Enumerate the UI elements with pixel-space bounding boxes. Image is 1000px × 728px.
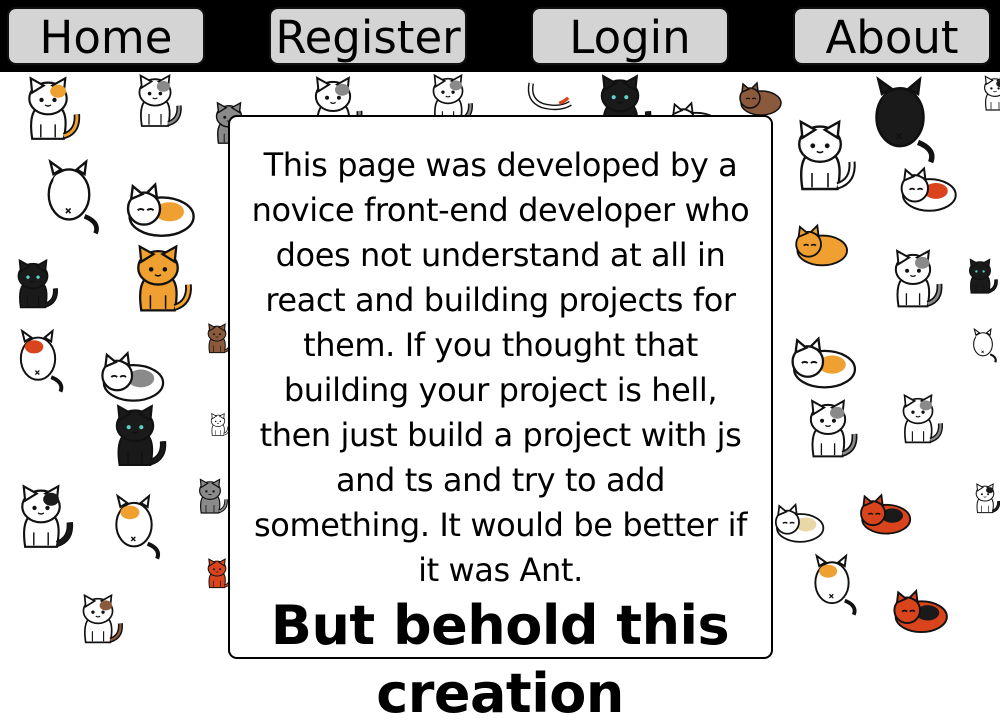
- cat-sticker-icon: [101, 350, 165, 402]
- cat-sticker-icon: [975, 483, 1000, 514]
- cat-sticker-icon: [995, 167, 1000, 197]
- cat-sticker-icon: [902, 393, 944, 444]
- cat-sticker-icon: [774, 502, 825, 543]
- cat-sticker-icon: [893, 589, 948, 633]
- nav-about-button[interactable]: About: [793, 7, 991, 65]
- cat-sticker-icon: [17, 258, 59, 309]
- cat-sticker-icon: [115, 404, 167, 467]
- nav-home-button[interactable]: Home: [7, 7, 205, 65]
- cat-sticker-icon: [82, 593, 124, 644]
- cat-sticker-icon: [138, 73, 182, 127]
- headline-text: But behold this creation: [270, 594, 730, 725]
- cat-sticker-icon: [969, 258, 998, 294]
- cat-sticker-icon: [894, 249, 943, 308]
- cat-sticker-icon: [21, 484, 74, 548]
- cat-sticker-icon: [809, 399, 858, 458]
- cat-sticker-icon: [798, 119, 856, 191]
- cat-sticker-icon: [875, 76, 935, 164]
- cat-sticker-icon: [137, 244, 192, 312]
- cat-sticker-icon: [973, 327, 997, 363]
- top-navigation-bar: Home Register Login About: [0, 0, 1000, 72]
- cat-sticker-icon: [115, 493, 161, 560]
- cat-sticker-icon: [795, 223, 848, 267]
- about-description-text: This page was developed by a novice fron…: [251, 146, 750, 589]
- cat-sticker-icon: [47, 158, 99, 235]
- cat-sticker-icon: [19, 328, 64, 393]
- nav-register-button[interactable]: Register: [269, 7, 467, 65]
- cat-sticker-icon: [900, 166, 957, 212]
- nav-login-button[interactable]: Login: [531, 7, 729, 65]
- about-info-card: This page was developed by a novice fron…: [228, 115, 773, 659]
- cat-sticker-icon: [984, 75, 1000, 111]
- cat-sticker-icon: [791, 336, 857, 389]
- cat-sticker-icon: [28, 76, 81, 140]
- cat-sticker-icon: [860, 493, 912, 535]
- cat-sticker-icon: [199, 478, 228, 514]
- cat-sticker-icon: [814, 553, 857, 616]
- cat-sticker-icon: [126, 182, 195, 237]
